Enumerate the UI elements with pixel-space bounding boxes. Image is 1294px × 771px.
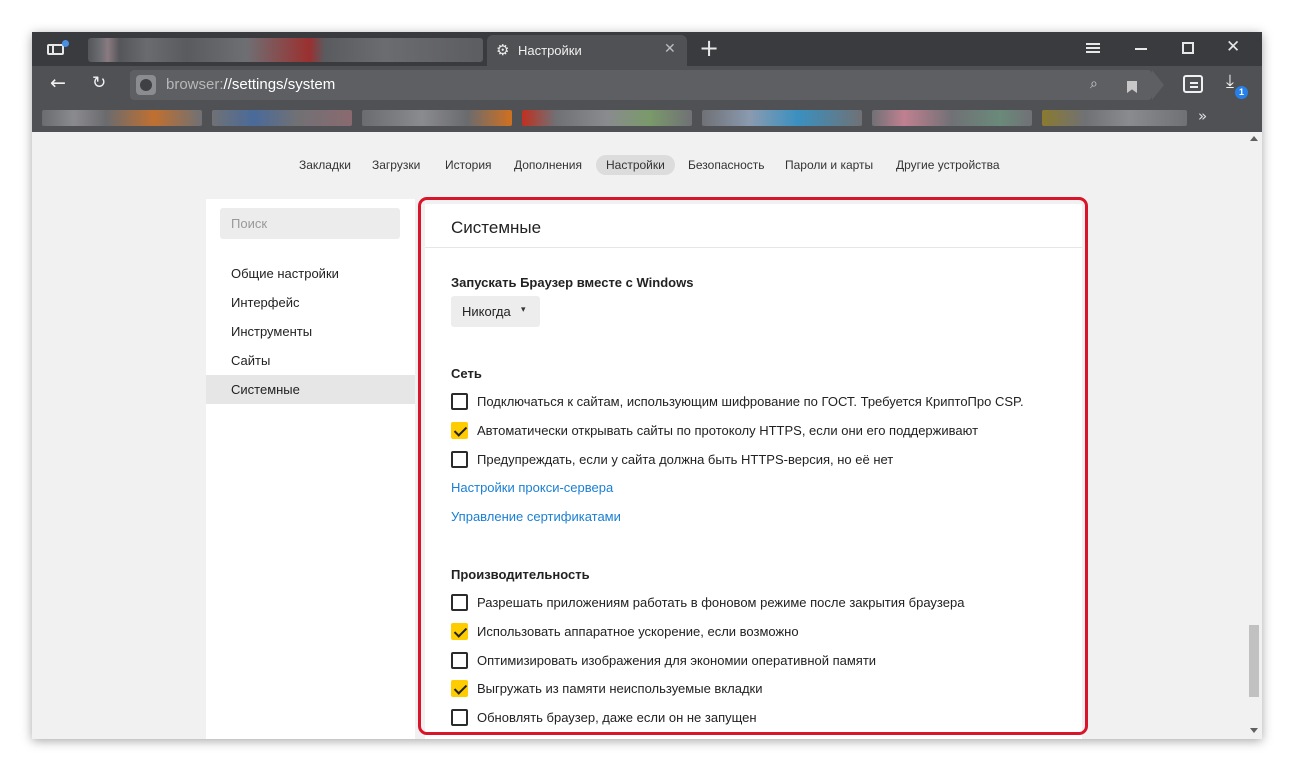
scroll-down-icon[interactable] [1250,728,1258,733]
sidebar-item-tools[interactable]: Инструменты [206,317,415,346]
bookmarks-more-icon[interactable]: » [1198,107,1207,125]
gear-icon: ⚙ [496,41,510,59]
bookmarks-bar: » [32,104,1262,132]
reload-icon[interactable]: ↻ [92,73,106,93]
address-bar[interactable]: browser://settings/system ⌕ [130,70,1164,100]
nav-security[interactable]: Безопасность [688,158,765,172]
bookmark-item[interactable] [1042,110,1187,126]
url-text[interactable]: browser://settings/system [166,76,335,93]
nav-downloads[interactable]: Загрузки [372,158,420,172]
nav-settings[interactable]: Настройки [596,155,675,175]
bookmark-item[interactable] [872,110,1032,126]
bookmark-item[interactable] [522,110,692,126]
bookmark-item[interactable] [362,110,512,126]
browser-window: ⚙ Настройки ✕ + ✕ ← ↻ browser://settings… [32,32,1262,739]
scrollbar[interactable] [1246,132,1262,739]
tab-title: Настройки [518,43,582,58]
scroll-up-icon[interactable] [1250,136,1258,141]
menu-icon[interactable] [1086,43,1100,53]
sidebar-item-sites[interactable]: Сайты [206,346,415,375]
close-tab-icon[interactable]: ✕ [664,41,676,57]
sidebar-item-interface[interactable]: Интерфейс [206,288,415,317]
downloads-badge: 1 [1235,86,1248,99]
search-input[interactable]: Поиск [220,208,400,239]
bookmark-icon[interactable] [1127,81,1137,93]
nav-bookmarks[interactable]: Закладки [299,158,351,172]
blurred-tab[interactable] [88,38,483,62]
new-tab-icon[interactable]: + [699,34,719,62]
close-window-icon[interactable]: ✕ [1226,37,1240,57]
minimize-icon[interactable] [1135,48,1147,50]
nav-other-devices[interactable]: Другие устройства [896,158,1000,172]
bookmark-item[interactable] [42,110,202,126]
bookmark-item[interactable] [702,110,862,126]
feed-icon[interactable] [1183,75,1203,93]
title-bar: ⚙ Настройки ✕ + ✕ [32,32,1262,66]
tabs-panel-icon[interactable] [42,38,70,60]
bookmark-item[interactable] [212,110,352,126]
site-identity-icon[interactable] [136,75,156,95]
maximize-icon[interactable] [1182,42,1194,54]
address-bar-row: ← ↻ browser://settings/system ⌕ ⤓ 1 [32,66,1262,104]
scrollbar-thumb[interactable] [1249,625,1259,697]
nav-extensions[interactable]: Дополнения [514,158,582,172]
search-icon[interactable]: ⌕ [1090,76,1098,92]
back-icon[interactable]: ← [50,72,66,94]
tab-settings[interactable]: ⚙ Настройки ✕ [487,35,687,66]
settings-sidebar: Поиск Общие настройки Интерфейс Инструме… [206,199,415,739]
download-icon[interactable]: ⤓ [1226,71,1234,92]
sidebar-item-general[interactable]: Общие настройки [206,259,415,288]
nav-passwords[interactable]: Пароли и карты [785,158,873,172]
sidebar-item-system[interactable]: Системные [206,375,415,404]
highlight-frame [418,197,1088,735]
search-placeholder: Поиск [231,216,268,231]
nav-history[interactable]: История [445,158,492,172]
